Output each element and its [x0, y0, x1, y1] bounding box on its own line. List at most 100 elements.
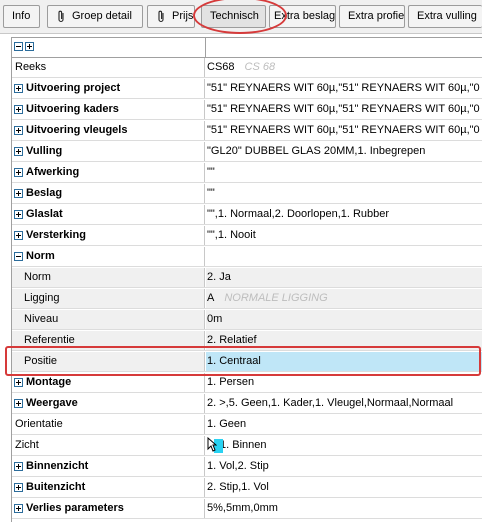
property-label-cell: Verlies parameters	[12, 499, 205, 518]
property-row[interactable]: Norm	[12, 247, 482, 267]
expand-icon[interactable]	[14, 231, 23, 240]
property-label: Orientatie	[15, 418, 63, 430]
property-label-cell: Glaslat	[12, 205, 205, 224]
property-row[interactable]: Ligging A NORMALE LIGGING	[12, 289, 482, 309]
extra-vulling-button[interactable]: Extra vulling	[408, 5, 482, 28]
property-row[interactable]: Weergave 2. >,5. Geen,1. Kader,1. Vleugel…	[12, 394, 482, 414]
prijs-button[interactable]: Prijs	[147, 5, 195, 28]
property-row[interactable]: Montage 1. Persen	[12, 373, 482, 393]
property-label-cell: Orientatie	[12, 415, 205, 434]
property-value[interactable]: 1. Vol,2. Stip	[206, 457, 482, 476]
property-label: Verlies parameters	[26, 502, 124, 514]
property-value[interactable]: 2. Ja	[206, 268, 482, 287]
property-row[interactable]: Uitvoering kaders "51" REYNAERS WIT 60µ,"…	[12, 100, 482, 120]
property-row[interactable]: Referentie 2. Relatief	[12, 331, 482, 351]
expand-icon[interactable]	[14, 189, 23, 198]
property-row[interactable]: Norm 2. Ja	[12, 268, 482, 288]
expand-icon[interactable]	[14, 210, 23, 219]
groep-detail-button[interactable]: Groep detail	[47, 5, 143, 28]
property-value-text: "51" REYNAERS WIT 60µ,"51" REYNAERS WIT …	[207, 103, 480, 115]
property-value[interactable]: "",1. Nooit	[206, 226, 482, 245]
extra-profiel-button[interactable]: Extra profiel	[339, 5, 405, 28]
property-value[interactable]: "51" REYNAERS WIT 60µ,"51" REYNAERS WIT …	[206, 79, 482, 98]
property-hint: CS 68	[244, 61, 276, 73]
property-value[interactable]: 5%,5mm,0mm	[206, 499, 482, 518]
property-value[interactable]: A NORMALE LIGGING	[206, 289, 482, 308]
property-value[interactable]: 2. >,5. Geen,1. Kader,1. Vleugel,Normaal…	[206, 394, 482, 413]
property-label-cell: Zicht	[12, 436, 205, 455]
toolbar: Info Groep detail Prijs Technisch Extra …	[0, 0, 482, 34]
property-label: Niveau	[24, 313, 59, 325]
property-row[interactable]: Orientatie 1. Geen	[12, 415, 482, 435]
expand-icon[interactable]	[14, 462, 23, 471]
expand-icon[interactable]	[14, 378, 23, 387]
property-row[interactable]: Beslag ""	[12, 184, 482, 204]
property-value[interactable]: "",1. Normaal,2. Doorlopen,1. Rubber	[206, 205, 482, 224]
property-value[interactable]: 0m	[206, 310, 482, 329]
property-value[interactable]: 2. Relatief	[206, 331, 482, 350]
expand-icon[interactable]	[14, 84, 23, 93]
property-row[interactable]: Uitvoering vleugels "51" REYNAERS WIT 60µ…	[12, 121, 482, 141]
property-row[interactable]: Uitvoering project "51" REYNAERS WIT 60µ,…	[12, 79, 482, 99]
extra-beslag-button[interactable]: Extra beslag	[269, 5, 336, 28]
property-row[interactable]: Vulling "GL20" DUBBEL GLAS 20MM,1. Inbegr…	[12, 142, 482, 162]
property-row[interactable]: Versterking "",1. Nooit	[12, 226, 482, 246]
collapse-icon[interactable]	[14, 252, 23, 261]
property-value-text: 0m	[207, 313, 223, 325]
property-row[interactable]: Afwerking ""	[12, 163, 482, 183]
property-value[interactable]: ""	[206, 163, 482, 182]
expand-icon[interactable]	[14, 126, 23, 135]
property-row[interactable]: Niveau 0m	[12, 310, 482, 330]
property-row[interactable]: Positie 1. Centraal	[12, 352, 482, 372]
property-label-cell: Weergave	[12, 394, 205, 413]
property-value-text: A	[207, 292, 215, 304]
property-value[interactable]: ""	[206, 184, 482, 203]
property-label-cell: Uitvoering vleugels	[12, 121, 205, 140]
property-row[interactable]: Buitenzicht 2. Stip,1. Vol	[12, 478, 482, 498]
collapse-all-icon[interactable]	[14, 42, 23, 51]
property-label-cell: Norm	[12, 268, 205, 287]
property-label-cell: Uitvoering project	[12, 79, 205, 98]
property-value[interactable]: 2. Stip,1. Vol	[206, 478, 482, 497]
paperclip-icon	[56, 6, 66, 27]
property-value[interactable]: "GL20" DUBBEL GLAS 20MM,1. Inbegrepen	[206, 142, 482, 161]
expand-all-icon[interactable]	[25, 42, 34, 51]
property-value[interactable]: "51" REYNAERS WIT 60µ,"51" REYNAERS WIT …	[206, 121, 482, 140]
property-label: Binnenzicht	[26, 460, 89, 472]
expand-icon[interactable]	[14, 147, 23, 156]
property-value[interactable]: CS68 CS 68	[206, 58, 482, 77]
technisch-tab-button[interactable]: Technisch	[201, 5, 266, 28]
expand-icon[interactable]	[14, 105, 23, 114]
expand-icon[interactable]	[14, 483, 23, 492]
property-row[interactable]: Verlies parameters 5%,5mm,0mm	[12, 499, 482, 519]
property-value[interactable]: 1. Geen	[206, 415, 482, 434]
property-label-cell: Versterking	[12, 226, 205, 245]
property-label-cell: Niveau	[12, 310, 205, 329]
property-row[interactable]: Glaslat "",1. Normaal,2. Doorlopen,1. Rub…	[12, 205, 482, 225]
property-label: Montage	[26, 376, 72, 388]
property-value-text: "",1. Nooit	[207, 229, 256, 241]
property-label-cell: Binnenzicht	[12, 457, 205, 476]
property-label: Versterking	[26, 229, 86, 241]
property-value-text: 1. Centraal	[207, 355, 261, 367]
property-row[interactable]: Reeks CS68 CS 68	[12, 58, 482, 78]
property-value-text: ""	[207, 166, 215, 178]
property-value[interactable]: 1. Binnen	[206, 436, 482, 455]
property-value-text: 5%,5mm,0mm	[207, 502, 278, 514]
property-value-text: 2. >,5. Geen,1. Kader,1. Vleugel,Normaal…	[207, 397, 454, 409]
property-value[interactable]: 1. Centraal	[206, 352, 482, 371]
property-value[interactable]: 1. Persen	[206, 373, 482, 392]
expand-icon[interactable]	[14, 399, 23, 408]
expand-icon[interactable]	[14, 168, 23, 177]
property-label-cell: Norm	[12, 247, 205, 266]
property-value[interactable]	[206, 247, 482, 266]
info-button[interactable]: Info	[3, 5, 40, 28]
property-row[interactable]: Binnenzicht 1. Vol,2. Stip	[12, 457, 482, 477]
property-value-text: "",1. Normaal,2. Doorlopen,1. Rubber	[207, 208, 390, 220]
paperclip-icon	[156, 6, 166, 27]
property-value[interactable]: "51" REYNAERS WIT 60µ,"51" REYNAERS WIT …	[206, 100, 482, 119]
property-value-text: "GL20" DUBBEL GLAS 20MM,1. Inbegrepen	[207, 145, 426, 157]
property-row[interactable]: Zicht 1. Binnen	[12, 436, 482, 456]
expand-icon[interactable]	[14, 504, 23, 513]
property-label: Uitvoering kaders	[26, 103, 119, 115]
